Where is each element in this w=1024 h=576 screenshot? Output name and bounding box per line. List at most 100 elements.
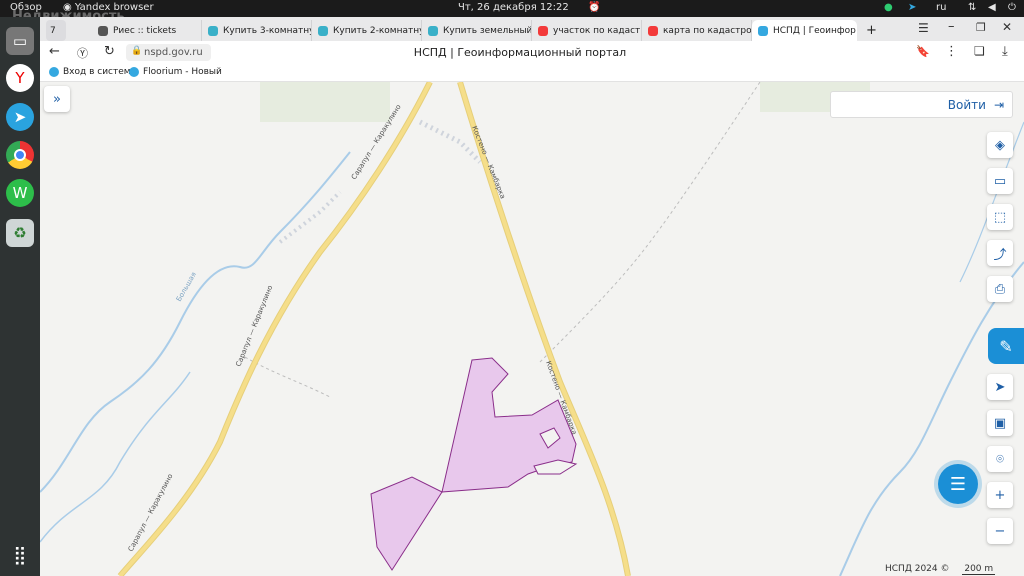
area-select-icon: ⬚: [993, 209, 1007, 225]
tab-label: Купить земельный у: [443, 25, 532, 36]
minimize-icon[interactable]: –: [948, 19, 955, 34]
trash-icon[interactable]: ♻: [6, 219, 34, 247]
new-tab-button[interactable]: +: [862, 20, 880, 41]
bookmark-icon[interactable]: 🔖: [916, 45, 930, 58]
tab-count: 7: [50, 25, 56, 36]
yandex-favicon-icon: [648, 25, 658, 36]
reload-icon[interactable]: ↻: [104, 44, 115, 59]
map-layer: Сарапул — Каракулино Сарапул — Каракулин…: [40, 82, 1024, 576]
globe-icon: [49, 67, 59, 77]
more-menu-icon[interactable]: ⋮: [945, 44, 958, 59]
tab-label: НСПД | Геоинфор: [773, 25, 856, 36]
locate-me-button[interactable]: ➤: [987, 374, 1013, 400]
clock[interactable]: Чт, 26 декабря 12:22: [458, 2, 569, 13]
globe-icon: [129, 67, 139, 77]
river: [40, 151, 351, 493]
browser-tab-bar: 7 Риес :: tickets Купить 3-комнатную Куп…: [40, 17, 1024, 41]
downloads-icon[interactable]: ⤓: [1002, 44, 1008, 59]
status-tray-icon[interactable]: ●: [884, 2, 893, 13]
tickets-favicon-icon: [98, 25, 108, 36]
plus-icon: +: [994, 487, 1006, 503]
tab-3-room[interactable]: Купить 3-комнатную: [202, 20, 312, 41]
tabs-menu-icon[interactable]: ☰: [918, 21, 929, 35]
forest-patch: [260, 82, 390, 122]
track: [539, 82, 761, 363]
tab-label: Купить 2-комнатную: [333, 25, 421, 36]
plus-icon: +: [866, 23, 877, 38]
telegram-tray-icon[interactable]: ➤: [908, 2, 916, 13]
back-arrow-icon[interactable]: ←: [49, 44, 60, 59]
bookmark-floorium[interactable]: Floorium - Новый: [129, 67, 222, 77]
tab-nspd-active[interactable]: НСПД | Геоинфор ✕: [752, 20, 857, 41]
url-pill[interactable]: 🔒 nspd.gov.ru: [126, 44, 211, 61]
login-panel[interactable]: Войти ⇥: [830, 91, 1013, 118]
page-title: НСПД | Геоинформационный портал: [413, 46, 627, 59]
share-icon: ⤴: [993, 247, 1007, 263]
map-canvas[interactable]: Сарапул — Каракулино Сарапул — Каракулин…: [40, 82, 1024, 576]
chat-icon: ☰: [949, 473, 967, 495]
lock-icon: 🔒: [131, 46, 143, 56]
share-button[interactable]: ⤴: [987, 240, 1013, 266]
tab-group-counter[interactable]: 7: [46, 20, 66, 41]
bookmark-login[interactable]: Вход в систему: [49, 67, 136, 77]
geo-point-button[interactable]: ⌾: [987, 446, 1013, 472]
ruler-button[interactable]: ▭: [987, 168, 1013, 194]
alarm-icon: ⏰: [588, 2, 601, 13]
power-icon[interactable]: ⏻: [1008, 2, 1016, 13]
map-footer: НСПД 2024 © 200 m: [885, 564, 996, 575]
keyboard-layout[interactable]: ru: [936, 2, 946, 13]
road-label: Костено — Камбарка: [470, 125, 507, 200]
minus-icon: −: [994, 523, 1006, 539]
tab-land-plot[interactable]: Купить земельный у: [422, 20, 532, 41]
chat-bubble-icon: ✎: [999, 336, 1013, 356]
files-app-icon[interactable]: ▭: [6, 27, 34, 55]
minimap-icon: ▣: [993, 415, 1007, 431]
layers-button[interactable]: ◈: [987, 132, 1013, 158]
yandex-browser-icon[interactable]: Y: [6, 64, 34, 92]
layers-icon: ◈: [995, 137, 1005, 153]
tab-label: Купить 3-комнатную: [223, 25, 311, 36]
tab-cadastre-map[interactable]: карта по кадастров: [642, 20, 752, 41]
realty-favicon-icon: [208, 25, 218, 36]
assistant-tab-button[interactable]: ✎: [988, 328, 1024, 364]
ruler-icon: ▭: [993, 173, 1007, 189]
collections-icon[interactable]: ❏: [974, 44, 985, 58]
whatsapp-icon[interactable]: W: [6, 179, 34, 207]
print-button[interactable]: ⎙: [987, 276, 1013, 302]
chat-support-button[interactable]: ☰: [938, 464, 978, 504]
address-bar: ← Ⓨ ↻ 🔒 nspd.gov.ru НСПД | Геоинформацио…: [40, 41, 1024, 65]
expand-sidebar-button[interactable]: »: [44, 86, 70, 112]
tab-tickets[interactable]: Риес :: tickets: [92, 20, 202, 41]
restore-icon[interactable]: ❐: [976, 21, 986, 34]
bookmark-label: Floorium - Новый: [143, 67, 222, 77]
telegram-icon[interactable]: ➤: [6, 103, 34, 131]
yandex-logo-icon[interactable]: Ⓨ: [77, 45, 88, 61]
double-chevron-right-icon: »: [53, 91, 61, 107]
bookmark-label: Вход в систему: [63, 67, 136, 77]
close-window-icon[interactable]: ✕: [1002, 20, 1012, 34]
login-icon: ⇥: [993, 97, 1004, 112]
area-select-button[interactable]: ⬚: [987, 204, 1013, 230]
system-top-bar: Обзор ◉ Yandex browser Недвижимость Чт, …: [0, 0, 1024, 24]
tab-label: карта по кадастров: [663, 25, 752, 36]
realty-favicon-icon: [318, 25, 328, 36]
scale-bar: 200 m: [962, 564, 996, 575]
realty-favicon-icon: [428, 25, 438, 36]
zoom-in-button[interactable]: +: [987, 482, 1013, 508]
application-dock: ▭ Y ➤ W ♻ ⣿: [0, 17, 40, 576]
tab-cadastre-search[interactable]: участок по кадастр: [532, 20, 642, 41]
tab-label: участок по кадастр: [553, 25, 642, 36]
show-apps-grid-icon[interactable]: ⣿: [6, 541, 34, 569]
login-label: Войти: [947, 97, 986, 112]
url-text: nspd.gov.ru: [144, 47, 203, 58]
print-icon: ⎙: [994, 281, 1006, 297]
tab-label: Риес :: tickets: [113, 25, 177, 36]
chrome-icon[interactable]: [6, 141, 34, 169]
network-icon[interactable]: ⇅: [968, 2, 976, 13]
volume-icon[interactable]: ◀: [988, 2, 996, 13]
minimap-button[interactable]: ▣: [987, 410, 1013, 436]
zoom-out-button[interactable]: −: [987, 518, 1013, 544]
yandex-favicon-icon: [538, 25, 548, 36]
tab-2-room[interactable]: Купить 2-комнатную: [312, 20, 422, 41]
road-label: Сарапул — Каракулино: [234, 284, 274, 367]
